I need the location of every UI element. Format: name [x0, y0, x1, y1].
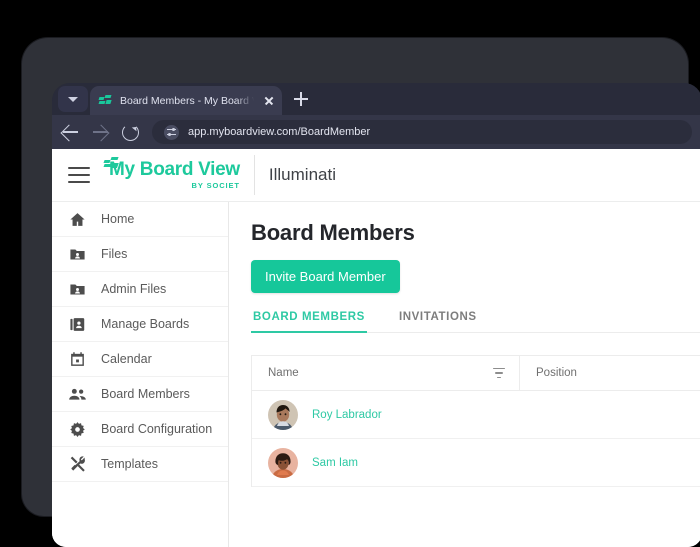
member-name-link[interactable]: Sam Iam	[312, 457, 358, 469]
home-icon	[68, 210, 87, 229]
app-logo[interactable]: My Board View BY SOCIET	[104, 155, 255, 195]
sidebar-label: Manage Boards	[101, 317, 189, 331]
back-arrow-icon[interactable]	[62, 124, 79, 141]
sidebar-item-manage-boards[interactable]: Manage Boards	[52, 307, 228, 342]
tab-title: Board Members - My Board Vie	[120, 95, 254, 107]
table-header-row: Name Position	[252, 356, 700, 391]
sidebar-item-board-configuration[interactable]: Board Configuration	[52, 412, 228, 447]
screenshot-stage: Board Members - My Board Vie	[0, 0, 700, 500]
web-page: My Board View BY SOCIET Illuminati Home	[52, 149, 700, 547]
table-row[interactable]: Roy Labrador	[252, 391, 700, 439]
address-bar[interactable]: app.myboardview.com/BoardMember	[152, 120, 692, 144]
organization-name: Illuminati	[255, 165, 336, 185]
site-settings-icon[interactable]	[164, 125, 179, 140]
url-text: app.myboardview.com/BoardMember	[188, 126, 370, 138]
sidebar-item-calendar[interactable]: Calendar	[52, 342, 228, 377]
sidebar-label: Admin Files	[101, 282, 166, 296]
close-icon[interactable]	[262, 94, 276, 108]
sidebar-item-home[interactable]: Home	[52, 202, 228, 237]
sidebar-label: Home	[101, 212, 134, 226]
gear-icon	[68, 420, 87, 439]
chevron-down-icon	[68, 97, 78, 102]
hamburger-menu-icon[interactable]	[68, 167, 90, 183]
table-row[interactable]: Sam Iam	[252, 439, 700, 487]
content-tabs: BOARD MEMBERS INVITATIONS	[251, 311, 700, 333]
member-name-link[interactable]: Roy Labrador	[312, 409, 382, 421]
cell-name: Sam Iam	[252, 448, 520, 478]
tab-board-members[interactable]: BOARD MEMBERS	[251, 311, 367, 332]
app-header: My Board View BY SOCIET Illuminati	[52, 149, 700, 202]
sidebar-label: Calendar	[101, 352, 152, 366]
cell-name: Roy Labrador	[252, 400, 520, 430]
invite-board-member-button[interactable]: Invite Board Member	[251, 260, 400, 293]
page-title: Board Members	[251, 220, 700, 246]
tab-invitations[interactable]: INVITATIONS	[397, 311, 479, 332]
forward-arrow-icon[interactable]	[92, 124, 109, 141]
sidebar-label: Templates	[101, 457, 158, 471]
reload-icon[interactable]	[122, 124, 139, 141]
sidebar-item-templates[interactable]: Templates	[52, 447, 228, 482]
tab-list-button[interactable]	[58, 86, 88, 112]
column-header-name[interactable]: Name	[252, 356, 520, 390]
sidebar-label: Board Configuration	[101, 422, 212, 436]
column-header-label: Position	[536, 367, 577, 379]
sidebar-item-admin-files[interactable]: Admin Files	[52, 272, 228, 307]
column-header-position[interactable]: Position	[520, 356, 700, 390]
device-screen: Board Members - My Board Vie	[52, 83, 700, 547]
sidebar: Home Files Admin Files	[52, 202, 229, 547]
people-icon	[68, 385, 87, 404]
filter-icon[interactable]	[493, 368, 505, 378]
column-header-label: Name	[268, 367, 299, 379]
app-body: Home Files Admin Files	[52, 202, 700, 547]
sidebar-item-files[interactable]: Files	[52, 237, 228, 272]
device-bezel: Board Members - My Board Vie	[22, 38, 688, 516]
sidebar-item-board-members[interactable]: Board Members	[52, 377, 228, 412]
tools-icon	[68, 455, 87, 474]
sidebar-label: Board Members	[101, 387, 190, 401]
browser-toolbar: app.myboardview.com/BoardMember	[52, 115, 700, 149]
avatar-sam-iam	[268, 448, 298, 478]
calendar-icon	[68, 350, 87, 369]
new-tab-button[interactable]	[288, 86, 314, 112]
myboardview-logo-mark	[104, 157, 119, 168]
boards-icon	[68, 315, 87, 334]
board-members-table: Name Position	[251, 355, 700, 487]
avatar-roy-labrador	[268, 400, 298, 430]
sidebar-label: Files	[101, 247, 127, 261]
myboardview-favicon	[99, 94, 112, 107]
browser-tab-active[interactable]: Board Members - My Board Vie	[90, 86, 282, 115]
main-content: Board Members Invite Board Member BOARD …	[229, 202, 700, 547]
folder-user-icon	[68, 245, 87, 264]
folder-user-icon	[68, 280, 87, 299]
logo-tagline: BY SOCIET	[104, 182, 240, 190]
logo-name: My Board View	[104, 160, 240, 179]
browser-tab-strip: Board Members - My Board Vie	[52, 83, 700, 115]
